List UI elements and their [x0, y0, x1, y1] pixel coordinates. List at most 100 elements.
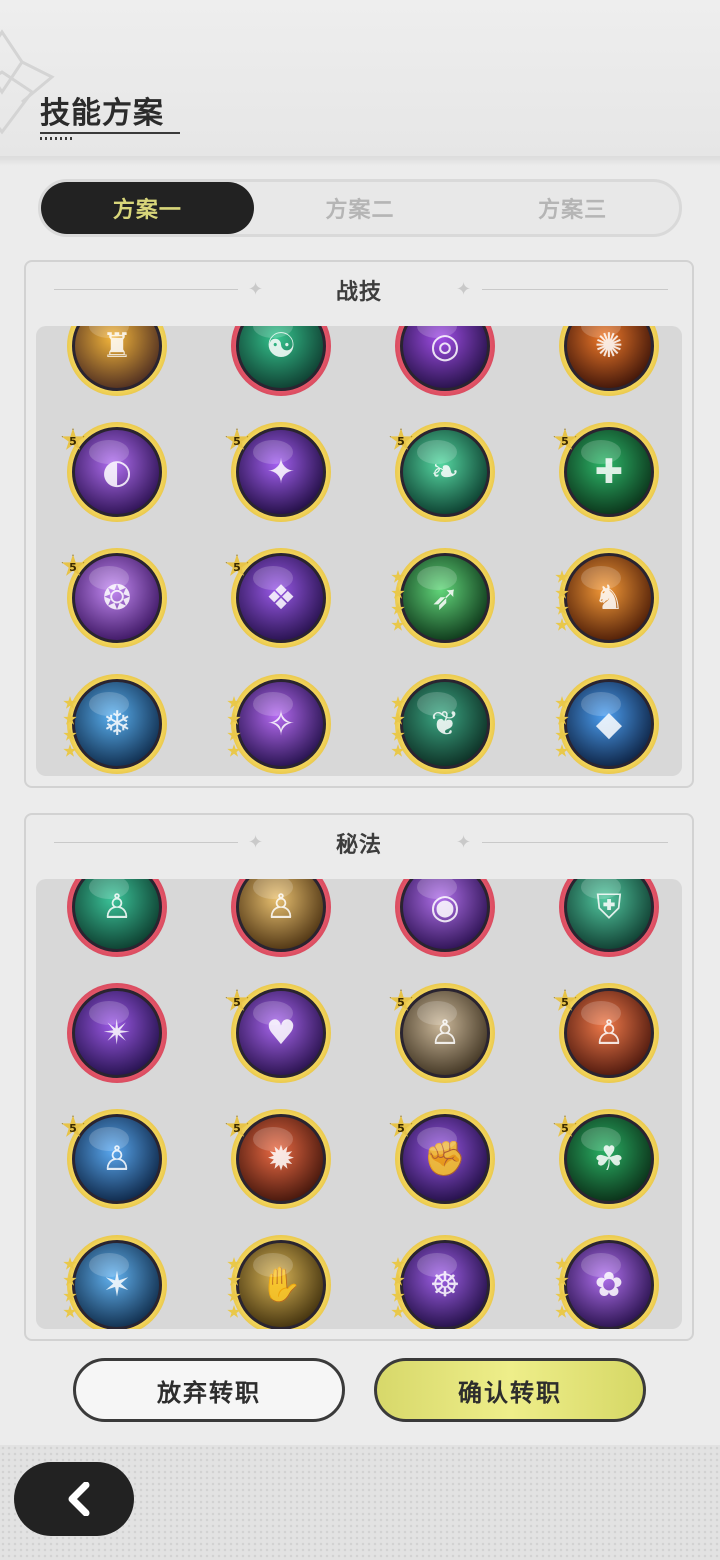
purple-swirl-secret-icon[interactable]: ✿ — [555, 1235, 659, 1329]
green-rune-secret-icon[interactable]: ☘ 5 — [553, 1109, 659, 1209]
tan-figure-secret-icon[interactable]: ♙ 5 — [389, 983, 495, 1083]
secret-icon-art: ☘ — [564, 1114, 654, 1204]
purple-crest-skill-icon[interactable]: ❖ 5 — [225, 548, 331, 648]
purple-vortex-skill-icon[interactable]: ◎ — [395, 326, 495, 396]
secret-icon-grid[interactable]: ♙ ♙ ◉ ⛨ ✴ ♥ 5 ♙ 5 ♙ 5 ♙ 5 ✹ 5 ✊ 5 ☘ 5 ✶ ✋ ☸ ✿ — [36, 879, 682, 1329]
header-line-right — [482, 842, 668, 843]
secret-icon-glyph: ✴ — [102, 1013, 132, 1053]
skills-icon-grid[interactable]: ♜ ☯ ◎ ✺5 ◐5 ✦5 ❧5 ✚5 ❂5 ❖5 ➶ ♞ ❄ ✧ ❦ ◆ — [36, 326, 682, 776]
secret-icon-glyph: ✶ — [102, 1265, 132, 1305]
header-divider — [0, 156, 720, 166]
skill-icon-glyph: ✚ — [594, 452, 624, 492]
secret-icon-glyph: ♙ — [429, 1013, 461, 1053]
secret-icon-glyph: ✋ — [259, 1265, 303, 1305]
purple-totem-secret-icon[interactable]: ☸ — [391, 1235, 495, 1329]
page-title: 技能方案 — [40, 96, 164, 131]
fire-blast-secret-icon[interactable]: ✹ 5 — [225, 1109, 331, 1209]
ice-spike-secret-icon[interactable]: ✶ — [63, 1235, 167, 1329]
secret-icon-art: ♙ — [72, 1114, 162, 1204]
secret-icon-art: ☸ — [400, 1240, 490, 1329]
green-spirit-skill-icon[interactable]: ☯ — [231, 326, 331, 396]
skill-icon-ring: ✺ — [559, 326, 659, 396]
skill-icon-glyph: ☯ — [265, 326, 297, 366]
secret-panel-header: ✦ 秘法 ✦ — [26, 815, 692, 871]
rank-stars-icon — [391, 696, 407, 758]
purple-arm-secret-icon[interactable]: ✊ 5 — [389, 1109, 495, 1209]
skill-icon-ring: ✧ — [231, 674, 331, 774]
blue-figure-secret-icon[interactable]: ♙ 5 — [61, 1109, 167, 1209]
skill-icon-art: ❂ — [72, 553, 162, 643]
gold-hand-secret-icon[interactable]: ✋ — [227, 1235, 331, 1329]
secret-icon-art: ✴ — [72, 988, 162, 1078]
secret-icon-glyph: ☸ — [429, 1265, 461, 1305]
skill-icon-art: ♞ — [564, 553, 654, 643]
secret-icon-glyph: ✊ — [423, 1139, 467, 1179]
secret-icon-art: ♙ — [400, 988, 490, 1078]
gold-figure-secret-icon[interactable]: ♙ — [231, 879, 331, 957]
secret-icon-art: ✶ — [72, 1240, 162, 1329]
secret-icon-art: ♙ — [564, 988, 654, 1078]
green-wind-skill-icon[interactable]: ➶ — [391, 548, 495, 648]
secret-panel: ✦ 秘法 ✦ ♙ ♙ ◉ ⛨ ✴ ♥ 5 ♙ 5 ♙ 5 ♙ 5 ✹ 5 ✊ 5 ☘ 5 ✶ ✋ ☸ ✿ — [24, 813, 694, 1341]
purple-star-skill-icon[interactable]: ✦ 5 — [225, 422, 331, 522]
chevron-left-icon — [68, 1482, 90, 1516]
green-claw-skill-icon[interactable]: ❧ 5 — [389, 422, 495, 522]
ice-shard-skill-icon[interactable]: ◆ — [555, 674, 659, 774]
purple-orb-skill-icon[interactable]: ◐ 5 — [61, 422, 167, 522]
green-body-secret-icon[interactable]: ♙ — [67, 879, 167, 957]
skill-icon-art: ❦ — [400, 679, 490, 769]
rank-stars-icon — [63, 1257, 79, 1319]
skill-icon-art: ♜ — [72, 326, 162, 391]
fire-swirl-skill-icon[interactable]: ✺5 — [559, 326, 659, 396]
skill-icon-ring: ◎ — [395, 326, 495, 396]
secret-icon-glyph: ☘ — [593, 1139, 625, 1179]
golem-flame-skill-icon[interactable]: ♜ — [67, 326, 167, 396]
rank-stars-icon — [555, 1257, 571, 1319]
secret-icon-art: ✿ — [564, 1240, 654, 1329]
secret-icon-glyph: ♙ — [593, 1013, 625, 1053]
secret-icon-glyph: ⛨ — [596, 887, 622, 927]
confirm-job-change-button[interactable]: 确认转职 — [374, 1358, 646, 1422]
cancel-job-change-button[interactable]: 放弃转职 — [73, 1358, 345, 1422]
back-button[interactable] — [14, 1462, 134, 1536]
skill-icon-art: ❧ — [400, 427, 490, 517]
purple-heart-secret-icon[interactable]: ♥ 5 — [225, 983, 331, 1083]
skill-icon-art: ✦ — [236, 427, 326, 517]
tab-plan-3[interactable]: 方案三 — [466, 182, 679, 234]
skill-icon-art: ◆ — [564, 679, 654, 769]
secret-icon-art: ✋ — [236, 1240, 326, 1329]
secret-icon-glyph: ♥ — [265, 1013, 297, 1053]
rank-stars-icon — [227, 1257, 243, 1319]
skill-icon-glyph: ❦ — [430, 704, 460, 744]
purple-eye-secret-icon[interactable]: ◉ — [395, 879, 495, 957]
secret-icon-ring: ☸ — [395, 1235, 495, 1329]
secret-icon-art: ◉ — [400, 879, 490, 952]
secret-icon-ring: ♙ — [231, 879, 331, 957]
skill-icon-glyph: ❧ — [430, 452, 460, 492]
purple-shield-skill-icon[interactable]: ❂ 5 — [61, 548, 167, 648]
green-shield-secret-icon[interactable]: ⛨ — [559, 879, 659, 957]
fire-beast-skill-icon[interactable]: ♞ — [555, 548, 659, 648]
purple-constellation-skill-icon[interactable]: ✧ — [227, 674, 331, 774]
secret-icon-ring: ♙ — [67, 879, 167, 957]
header-background — [0, 0, 720, 160]
secret-icon-glyph: ✹ — [266, 1139, 296, 1179]
header-star-right-icon: ✦ — [456, 279, 472, 300]
fire-figure-secret-icon[interactable]: ♙ 5 — [553, 983, 659, 1083]
purple-sigil-secret-icon[interactable]: ✴ — [67, 983, 167, 1083]
green-thorn-skill-icon[interactable]: ❦ — [391, 674, 495, 774]
green-heal-skill-icon[interactable]: ✚ 5 — [553, 422, 659, 522]
secret-icon-ring: ⛨ — [559, 879, 659, 957]
header-line-right — [482, 289, 668, 290]
skill-icon-glyph: ✧ — [266, 704, 296, 744]
skill-icon-glyph: ◐ — [102, 452, 132, 492]
title-dots — [40, 137, 72, 140]
tab-plan-2[interactable]: 方案二 — [254, 182, 467, 234]
rank-stars-icon — [227, 696, 243, 758]
skill-icon-ring: ❦ — [395, 674, 495, 774]
ice-crystal-skill-icon[interactable]: ❄ — [63, 674, 167, 774]
secret-icon-glyph: ◉ — [430, 887, 460, 927]
skill-icon-art: ➶ — [400, 553, 490, 643]
secret-panel-title: 秘法 — [335, 833, 382, 858]
tab-plan-1[interactable]: 方案一 — [41, 182, 254, 234]
